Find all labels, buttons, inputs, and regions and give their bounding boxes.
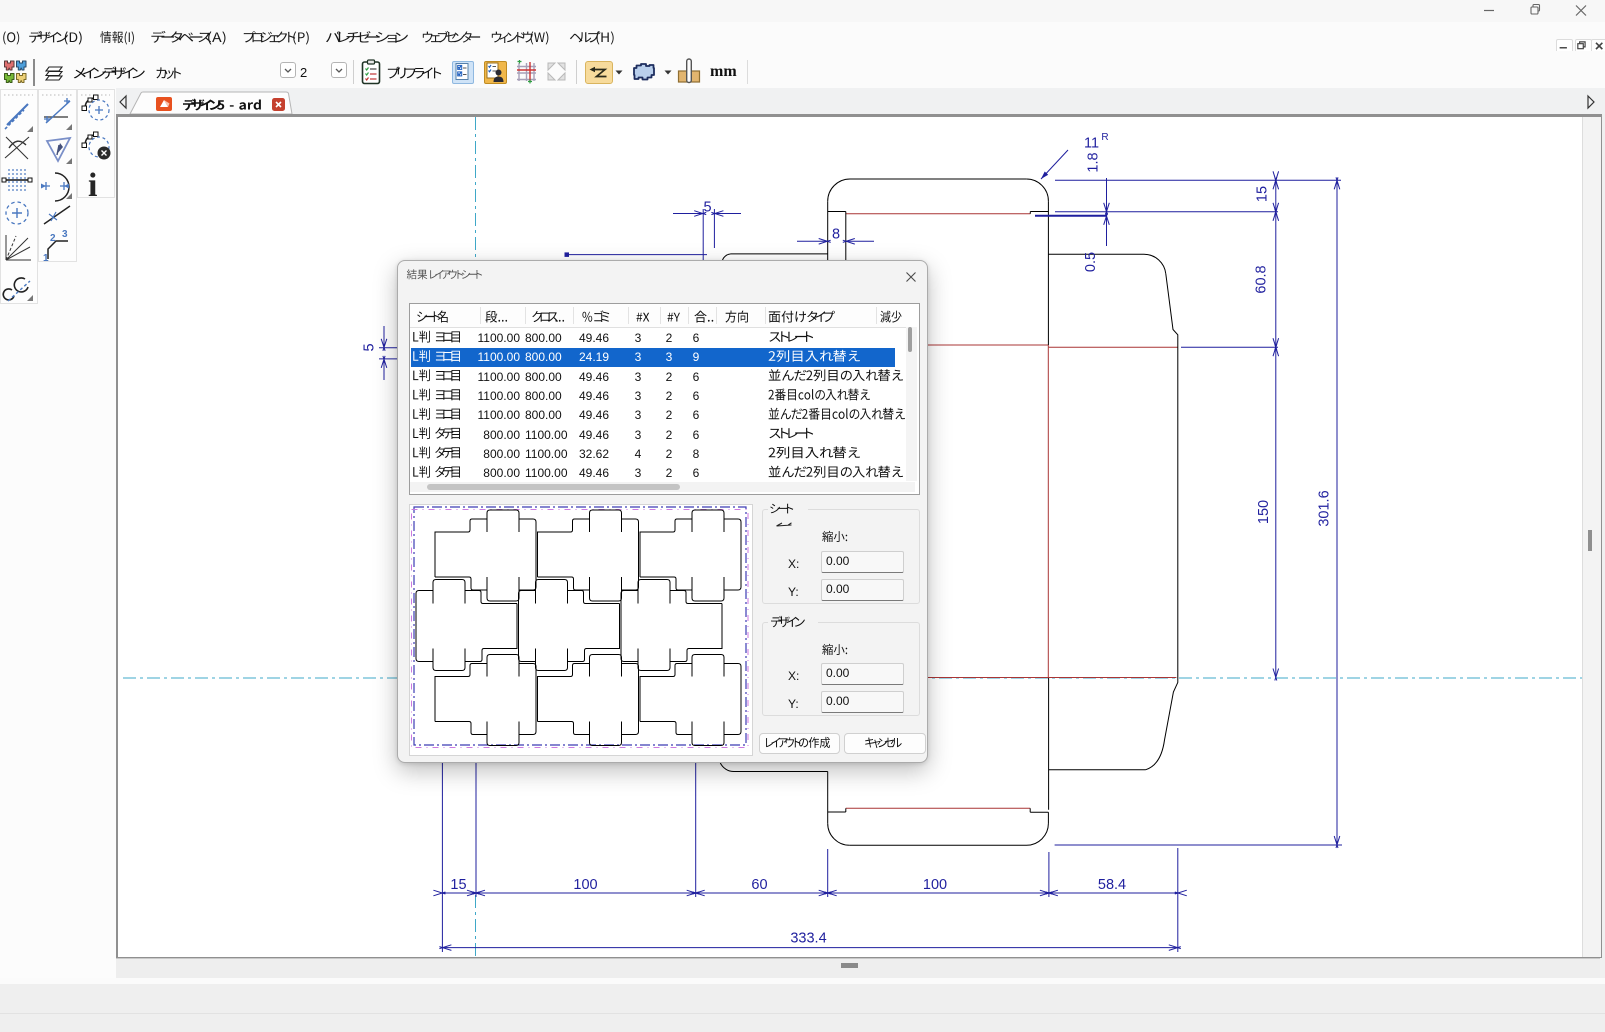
svg-text:11: 11	[1084, 136, 1099, 152]
svg-text:1: 1	[43, 253, 49, 264]
svg-text:100: 100	[923, 877, 947, 893]
svg-text:5: 5	[362, 343, 378, 351]
svg-text:15: 15	[450, 877, 466, 893]
svg-text:150: 150	[1256, 500, 1272, 524]
svg-text:1.8: 1.8	[1086, 152, 1102, 172]
svg-text:i: i	[88, 167, 97, 204]
svg-text:0.5: 0.5	[1083, 252, 1099, 272]
svg-text:58.4: 58.4	[1098, 877, 1126, 893]
svg-text:8: 8	[832, 227, 840, 243]
svg-text:60.8: 60.8	[1254, 265, 1270, 293]
svg-text:R: R	[1101, 132, 1108, 143]
svg-text:5: 5	[703, 200, 711, 216]
svg-text:301.6: 301.6	[1317, 490, 1333, 526]
svg-text:15: 15	[1255, 186, 1271, 202]
svg-text:2: 2	[50, 233, 56, 244]
svg-text:3: 3	[62, 229, 68, 240]
svg-text:100: 100	[573, 877, 597, 893]
svg-text:333.4: 333.4	[790, 931, 826, 947]
svg-text:60: 60	[751, 877, 767, 893]
